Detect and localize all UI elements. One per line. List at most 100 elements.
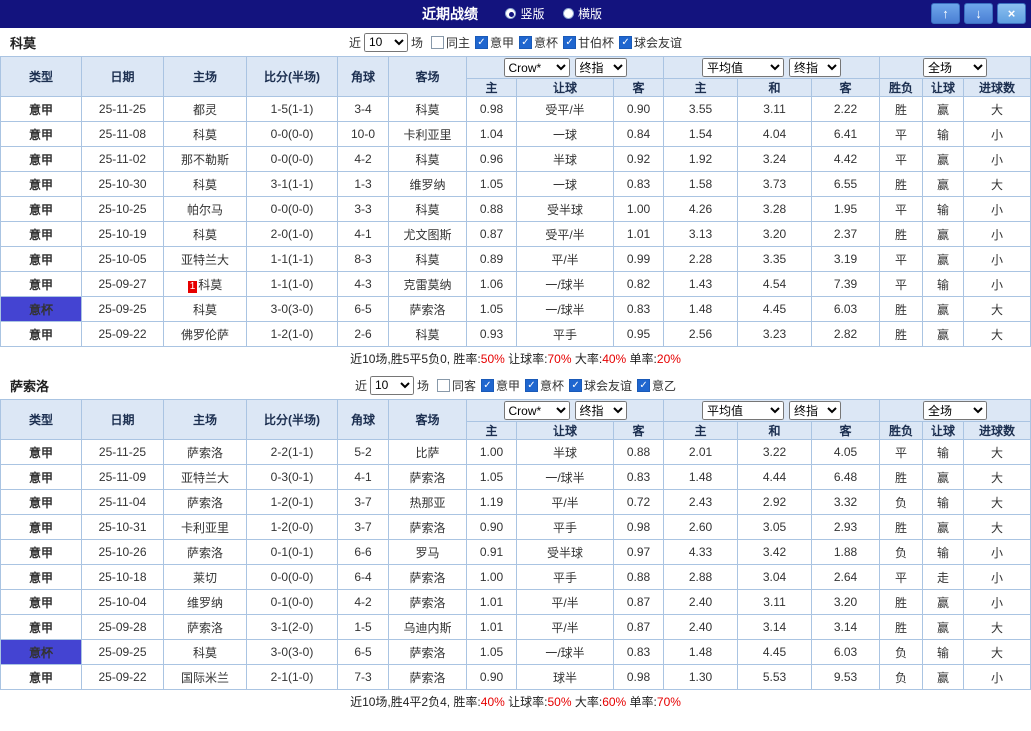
away-team[interactable]: 萨索洛 — [388, 514, 467, 540]
away-team[interactable]: 萨索洛 — [388, 564, 467, 590]
away-team[interactable]: 科莫 — [388, 321, 467, 347]
avg-draw-odds: 3.20 — [737, 221, 813, 247]
checkbox-unchecked-icon[interactable] — [436, 378, 450, 392]
home-team[interactable]: 维罗纳 — [163, 589, 247, 615]
checkbox-checked-icon[interactable]: ✓ — [474, 35, 488, 49]
result-goals: 小 — [963, 121, 1031, 147]
asia-away-odds: 1.01 — [612, 221, 665, 247]
fulltime-select[interactable]: 全场 — [923, 401, 988, 420]
fulltime-select[interactable]: 全场 — [923, 58, 988, 77]
checkbox-checked-icon[interactable]: ✓ — [637, 378, 651, 392]
asia-bookmaker-select[interactable]: Crow* — [503, 58, 570, 77]
avg-home-odds: 2.01 — [663, 439, 739, 465]
home-team[interactable]: 卡利亚里 — [163, 514, 247, 540]
away-team[interactable]: 科莫 — [388, 96, 467, 122]
home-team[interactable]: 科莫 — [163, 121, 247, 147]
home-team[interactable]: 亚特兰大 — [163, 464, 247, 490]
away-team[interactable]: 克雷莫纳 — [388, 271, 467, 297]
home-team[interactable]: 科莫 — [163, 639, 247, 665]
away-team[interactable]: 热那亚 — [388, 489, 467, 515]
asia-final-select[interactable]: 终指 — [574, 401, 627, 420]
filter-checkbox[interactable]: 同客 — [436, 377, 476, 394]
handicap-line: 平/半 — [516, 246, 614, 272]
checkbox-unchecked-icon[interactable] — [430, 35, 444, 49]
summary-segment: 50% — [547, 695, 572, 709]
europe-final-select[interactable]: 终指 — [789, 401, 842, 420]
home-team[interactable]: 萨索洛 — [163, 614, 247, 640]
match-count-select[interactable]: 10 — [369, 375, 414, 395]
home-team[interactable]: 帕尔马 — [163, 196, 247, 222]
away-team[interactable]: 尤文图斯 — [388, 221, 467, 247]
home-team[interactable]: 都灵 — [163, 96, 247, 122]
home-team[interactable]: 国际米兰 — [163, 664, 247, 690]
asia-bookmaker-select[interactable]: Crow* — [503, 401, 570, 420]
view-vertical-radio[interactable]: 竖版 — [505, 5, 545, 22]
away-team[interactable]: 科莫 — [388, 196, 467, 222]
summary-segment: 20% — [656, 352, 681, 366]
near-label: 近 — [348, 35, 361, 50]
match-date: 25-10-19 — [81, 221, 164, 247]
view-horizontal-radio[interactable]: 横版 — [562, 5, 602, 22]
away-team[interactable]: 萨索洛 — [388, 589, 467, 615]
result-group: 全场 — [879, 56, 1031, 79]
avg-away-odds: 9.53 — [811, 664, 881, 690]
checkbox-checked-icon[interactable]: ✓ — [519, 35, 532, 49]
home-team[interactable]: 科莫 — [163, 171, 247, 197]
matches-table: 类型 日期 主场 比分(半场) 角球 客场 Crow* 终指 平均值 终指 全场… — [0, 56, 1031, 347]
away-team[interactable]: 萨索洛 — [388, 664, 467, 690]
away-team[interactable]: 罗马 — [388, 539, 467, 565]
filter-checkbox[interactable]: ✓ 意杯 — [525, 377, 564, 394]
col-date: 日期 — [81, 399, 164, 440]
checkbox-checked-icon[interactable]: ✓ — [480, 378, 494, 392]
league-type: 意杯 — [0, 639, 82, 665]
filter-checkbox[interactable]: ✓ 意甲 — [474, 34, 514, 51]
away-team[interactable]: 卡利亚里 — [388, 121, 467, 147]
europe-bookmaker-select[interactable]: 平均值 — [702, 58, 785, 77]
handicap-line: 平手 — [516, 321, 614, 347]
match-count-select[interactable]: 10 — [363, 32, 408, 52]
result-outcome: 胜 — [879, 171, 924, 197]
home-team[interactable]: 萨索洛 — [163, 489, 247, 515]
move-down-button[interactable]: ↓ — [964, 3, 993, 24]
filter-checkbox[interactable]: ✓ 球会友谊 — [569, 377, 632, 394]
summary-segment: 大率: — [571, 695, 603, 709]
asia-away-odds: 0.97 — [612, 539, 665, 565]
asia-final-select[interactable]: 终指 — [574, 58, 627, 77]
away-team[interactable]: 维罗纳 — [388, 171, 467, 197]
filter-checkbox[interactable]: ✓ 意杯 — [519, 34, 558, 51]
filter-checkbox[interactable]: ✓ 意甲 — [480, 377, 520, 394]
europe-final-select[interactable]: 终指 — [789, 58, 842, 77]
avg-away-odds: 6.41 — [811, 121, 881, 147]
away-team[interactable]: 科莫 — [388, 246, 467, 272]
away-team[interactable]: 萨索洛 — [388, 296, 467, 322]
home-team[interactable]: 佛罗伦萨 — [163, 321, 247, 347]
away-team[interactable]: 萨索洛 — [388, 639, 467, 665]
home-team[interactable]: 那不勒斯 — [163, 146, 247, 172]
checkbox-checked-icon[interactable]: ✓ — [525, 378, 538, 392]
checkbox-checked-icon[interactable]: ✓ — [619, 35, 633, 49]
close-button[interactable]: × — [997, 3, 1026, 24]
europe-bookmaker-select[interactable]: 平均值 — [702, 401, 785, 420]
move-up-button[interactable]: ↑ — [931, 3, 960, 24]
away-team[interactable]: 乌迪内斯 — [388, 614, 467, 640]
checkbox-checked-icon[interactable]: ✓ — [563, 35, 577, 49]
filter-checkbox[interactable]: ✓ 意乙 — [637, 377, 676, 394]
team-section: 萨索洛 近 10 场 同客 ✓ 意甲 ✓ 意杯 ✓ 球会友谊 ✓ 意乙 类型 日期 主场 比分(… — [0, 371, 1031, 714]
away-team[interactable]: 萨索洛 — [388, 464, 467, 490]
home-team[interactable]: 亚特兰大 — [163, 246, 247, 272]
home-team[interactable]: 萨索洛 — [163, 539, 247, 565]
handicap-line: 球半 — [516, 664, 614, 690]
away-team[interactable]: 比萨 — [388, 439, 467, 465]
away-team[interactable]: 科莫 — [388, 146, 467, 172]
filter-checkbox[interactable]: ✓ 甘伯杯 — [563, 34, 614, 51]
asia-away-odds: 0.83 — [612, 296, 665, 322]
filter-checkbox[interactable]: 同主 — [430, 34, 470, 51]
home-team[interactable]: 莱切 — [163, 564, 247, 590]
home-team[interactable]: 科莫 — [163, 221, 247, 247]
filter-checkbox[interactable]: ✓ 球会友谊 — [619, 34, 682, 51]
checkbox-checked-icon[interactable]: ✓ — [569, 378, 583, 392]
home-team[interactable]: 萨索洛 — [163, 439, 247, 465]
home-team[interactable]: 1 科莫 — [163, 271, 247, 297]
col-avg-home: 主 — [663, 78, 739, 97]
home-team[interactable]: 科莫 — [163, 296, 247, 322]
